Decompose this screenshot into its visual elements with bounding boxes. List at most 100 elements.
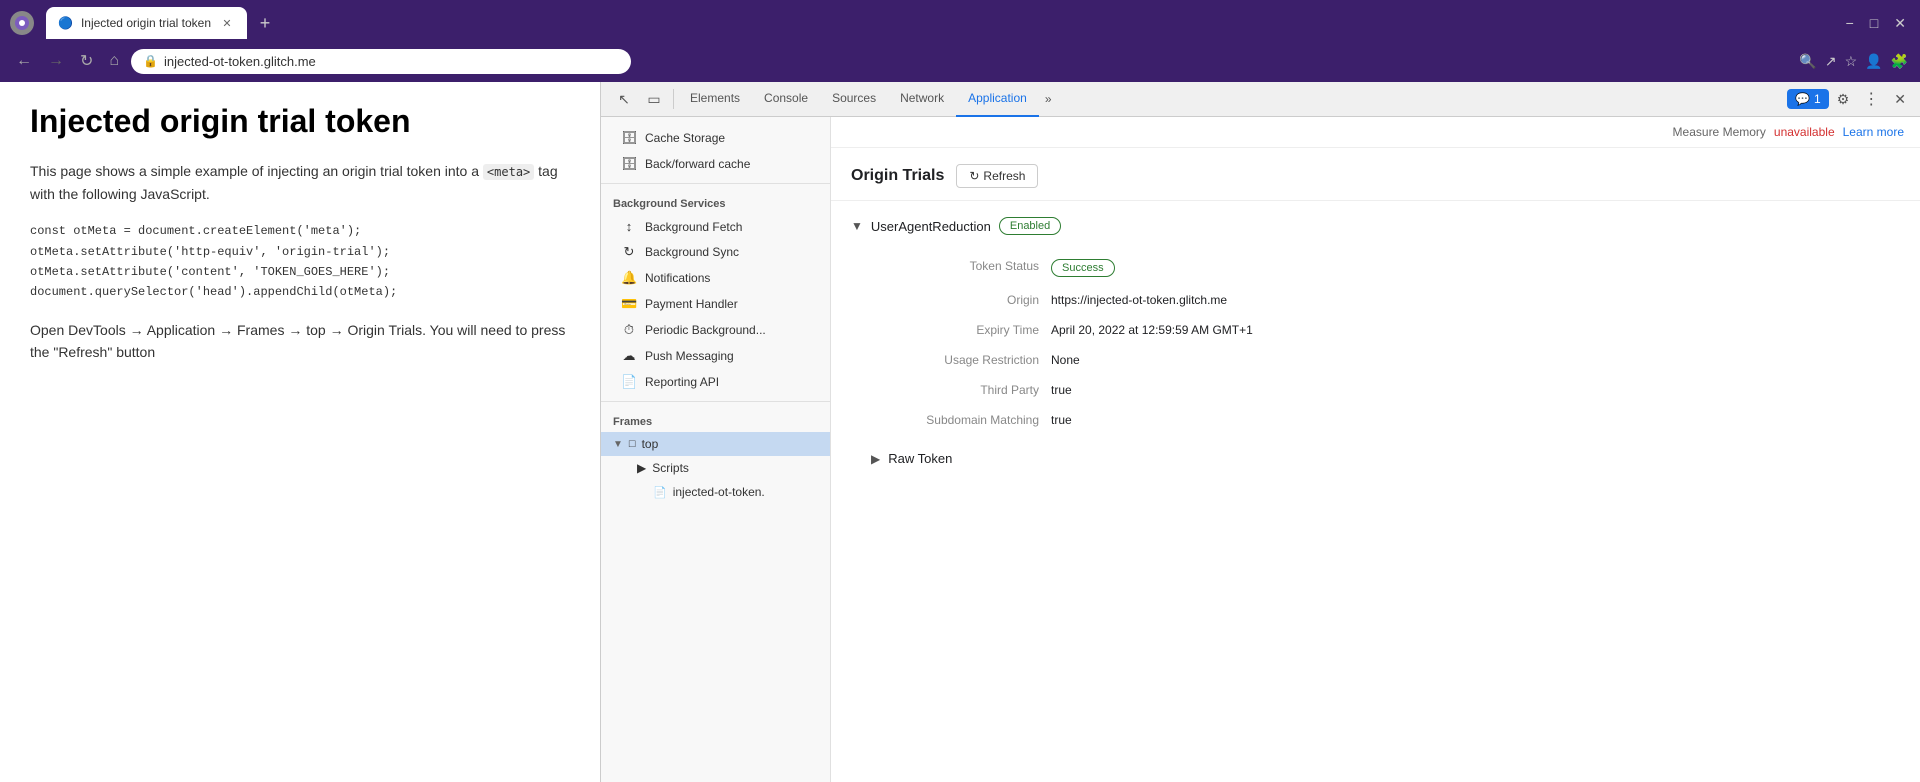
devtools-close-button[interactable]: ✕ xyxy=(1888,91,1912,108)
trial-expand-icon[interactable]: ▼ xyxy=(851,219,863,233)
expand-icon: ▼ xyxy=(613,439,623,450)
sidebar-item-push-messaging[interactable]: ☁ Push Messaging xyxy=(601,343,830,369)
subdomain-label: Subdomain Matching xyxy=(871,405,1051,435)
background-fetch-icon: ↕ xyxy=(621,219,637,234)
sidebar-item-top-frame[interactable]: ▼ □ top xyxy=(601,432,830,456)
tab-elements[interactable]: Elements xyxy=(678,82,752,117)
raw-token-row: ▶ Raw Token xyxy=(871,443,1900,474)
cache-storage-label: Cache Storage xyxy=(645,131,725,145)
chat-button[interactable]: 💬 1 xyxy=(1787,89,1829,109)
origin-label: Origin xyxy=(871,285,1051,315)
code-line-1: const otMeta = document.createElement('m… xyxy=(30,221,570,241)
expiry-value: April 20, 2022 at 12:59:59 AM GMT+1 xyxy=(1051,315,1900,345)
token-status-badge: Success xyxy=(1051,259,1115,277)
new-tab-button[interactable]: + xyxy=(251,9,279,37)
expiry-label: Expiry Time xyxy=(871,315,1051,345)
code-block: const otMeta = document.createElement('m… xyxy=(30,221,570,303)
sidebar-item-notifications[interactable]: 🔔 Notifications xyxy=(601,265,830,291)
meta-tag-code: <meta> xyxy=(483,164,534,180)
tab-title: Injected origin trial token xyxy=(81,16,211,30)
sidebar-item-periodic-background[interactable]: ⏱ Periodic Background... xyxy=(601,317,830,343)
scripts-expand-icon: ▶ xyxy=(637,461,646,475)
sidebar-item-cache-storage[interactable]: 🗄 Cache Storage xyxy=(601,125,830,151)
sidebar-item-scripts[interactable]: ▶ Scripts xyxy=(601,456,830,480)
tab-network[interactable]: Network xyxy=(888,82,956,117)
bookmark-icon[interactable]: ☆ xyxy=(1845,53,1858,70)
zoom-icon[interactable]: 🔍 xyxy=(1799,53,1816,70)
refresh-icon: ↻ xyxy=(969,169,979,183)
active-tab[interactable]: 🔵 Injected origin trial token ✕ xyxy=(46,7,247,39)
third-party-value: true xyxy=(1051,375,1900,405)
reload-button[interactable]: ↻ xyxy=(76,47,97,75)
tab-console[interactable]: Console xyxy=(752,82,820,117)
sidebar-item-background-fetch[interactable]: ↕ Background Fetch xyxy=(601,214,830,239)
file-icon: 📄 xyxy=(653,486,667,499)
devtools-right-icons: 💬 1 ⚙ ⋮ ✕ xyxy=(1783,89,1912,109)
browser-icon xyxy=(10,11,34,35)
address-bar: ← → ↻ ⌂ 🔒 injected-ot-token.glitch.me 🔍 … xyxy=(0,40,1920,82)
minimize-button[interactable]: − xyxy=(1842,13,1858,33)
page-heading: Injected origin trial token xyxy=(30,102,570,140)
token-status-label: Token Status xyxy=(871,251,1051,285)
sidebar-item-reporting-api[interactable]: 📄 Reporting API xyxy=(601,369,830,395)
webpage-content: Injected origin trial token This page sh… xyxy=(0,82,600,782)
subdomain-value: true xyxy=(1051,405,1900,435)
origin-value: https://injected-ot-token.glitch.me xyxy=(1051,285,1900,315)
push-messaging-icon: ☁ xyxy=(621,348,637,364)
raw-token-label: Raw Token xyxy=(888,451,952,466)
tab-favicon: 🔵 xyxy=(58,16,73,30)
background-sync-icon: ↻ xyxy=(621,244,637,260)
sidebar-item-payment-handler[interactable]: 💳 Payment Handler xyxy=(601,291,830,317)
trial-section: ▼ UserAgentReduction Enabled Token Statu… xyxy=(831,201,1920,490)
usage-restriction-label: Usage Restriction xyxy=(871,345,1051,375)
periodic-background-label: Periodic Background... xyxy=(645,323,766,337)
tab-separator xyxy=(673,89,674,109)
code-line-2: otMeta.setAttribute('http-equiv', 'origi… xyxy=(30,242,570,262)
trial-enabled-badge: Enabled xyxy=(999,217,1061,235)
forward-button[interactable]: → xyxy=(44,48,68,74)
measure-memory-row: Measure Memory unavailable Learn more xyxy=(831,117,1920,148)
more-options-button[interactable]: ⋮ xyxy=(1857,89,1886,109)
tab-application[interactable]: Application xyxy=(956,82,1039,117)
address-input[interactable]: 🔒 injected-ot-token.glitch.me xyxy=(131,49,631,74)
back-forward-label: Back/forward cache xyxy=(645,157,750,171)
notifications-icon: 🔔 xyxy=(621,270,637,286)
trial-details-grid: Token Status Success Origin https://inje… xyxy=(871,251,1900,435)
payment-handler-label: Payment Handler xyxy=(645,297,738,311)
notifications-label: Notifications xyxy=(645,271,710,285)
frame-icon: □ xyxy=(629,438,636,450)
paragraph1-text: This page shows a simple example of inje… xyxy=(30,163,483,179)
refresh-button[interactable]: ↻ Refresh xyxy=(956,164,1038,188)
scripts-label: Scripts xyxy=(652,461,689,475)
background-sync-label: Background Sync xyxy=(645,245,739,259)
origin-trials-title: Origin Trials xyxy=(851,167,944,185)
settings-button[interactable]: ⚙ xyxy=(1831,91,1856,108)
tab-sources[interactable]: Sources xyxy=(820,82,888,117)
unavailable-text: unavailable xyxy=(1774,125,1835,139)
maximize-button[interactable]: □ xyxy=(1866,13,1882,33)
sidebar-item-background-sync[interactable]: ↻ Background Sync xyxy=(601,239,830,265)
sidebar-item-back-forward[interactable]: 🗄 Back/forward cache xyxy=(601,151,830,177)
share-icon[interactable]: ↗ xyxy=(1825,53,1837,70)
learn-more-link[interactable]: Learn more xyxy=(1843,125,1904,139)
chat-count: 1 xyxy=(1814,92,1821,106)
back-button[interactable]: ← xyxy=(12,48,36,74)
raw-token-expand-icon[interactable]: ▶ xyxy=(871,452,880,466)
origin-trials-header: Origin Trials ↻ Refresh xyxy=(831,148,1920,201)
device-tool-icon[interactable]: ▭ xyxy=(639,84,669,114)
close-button[interactable]: ✕ xyxy=(1890,13,1910,34)
tab-close-button[interactable]: ✕ xyxy=(219,15,235,31)
home-button[interactable]: ⌂ xyxy=(105,48,123,74)
cursor-tool-icon[interactable]: ↖ xyxy=(609,84,639,114)
sidebar-item-injected-ot-token[interactable]: 📄 injected-ot-token. xyxy=(601,480,830,504)
background-services-label: Background Services xyxy=(601,190,830,214)
trial-name: UserAgentReduction xyxy=(871,219,991,234)
injected-ot-token-label: injected-ot-token. xyxy=(673,485,765,499)
profile-icon[interactable]: 👤 xyxy=(1865,53,1882,70)
address-text: injected-ot-token.glitch.me xyxy=(164,54,316,69)
extension-icon[interactable]: 🧩 xyxy=(1891,53,1908,70)
more-tabs-button[interactable]: » xyxy=(1039,92,1058,106)
reporting-api-icon: 📄 xyxy=(621,374,637,390)
lock-icon: 🔒 xyxy=(143,54,158,68)
push-messaging-label: Push Messaging xyxy=(645,349,734,363)
